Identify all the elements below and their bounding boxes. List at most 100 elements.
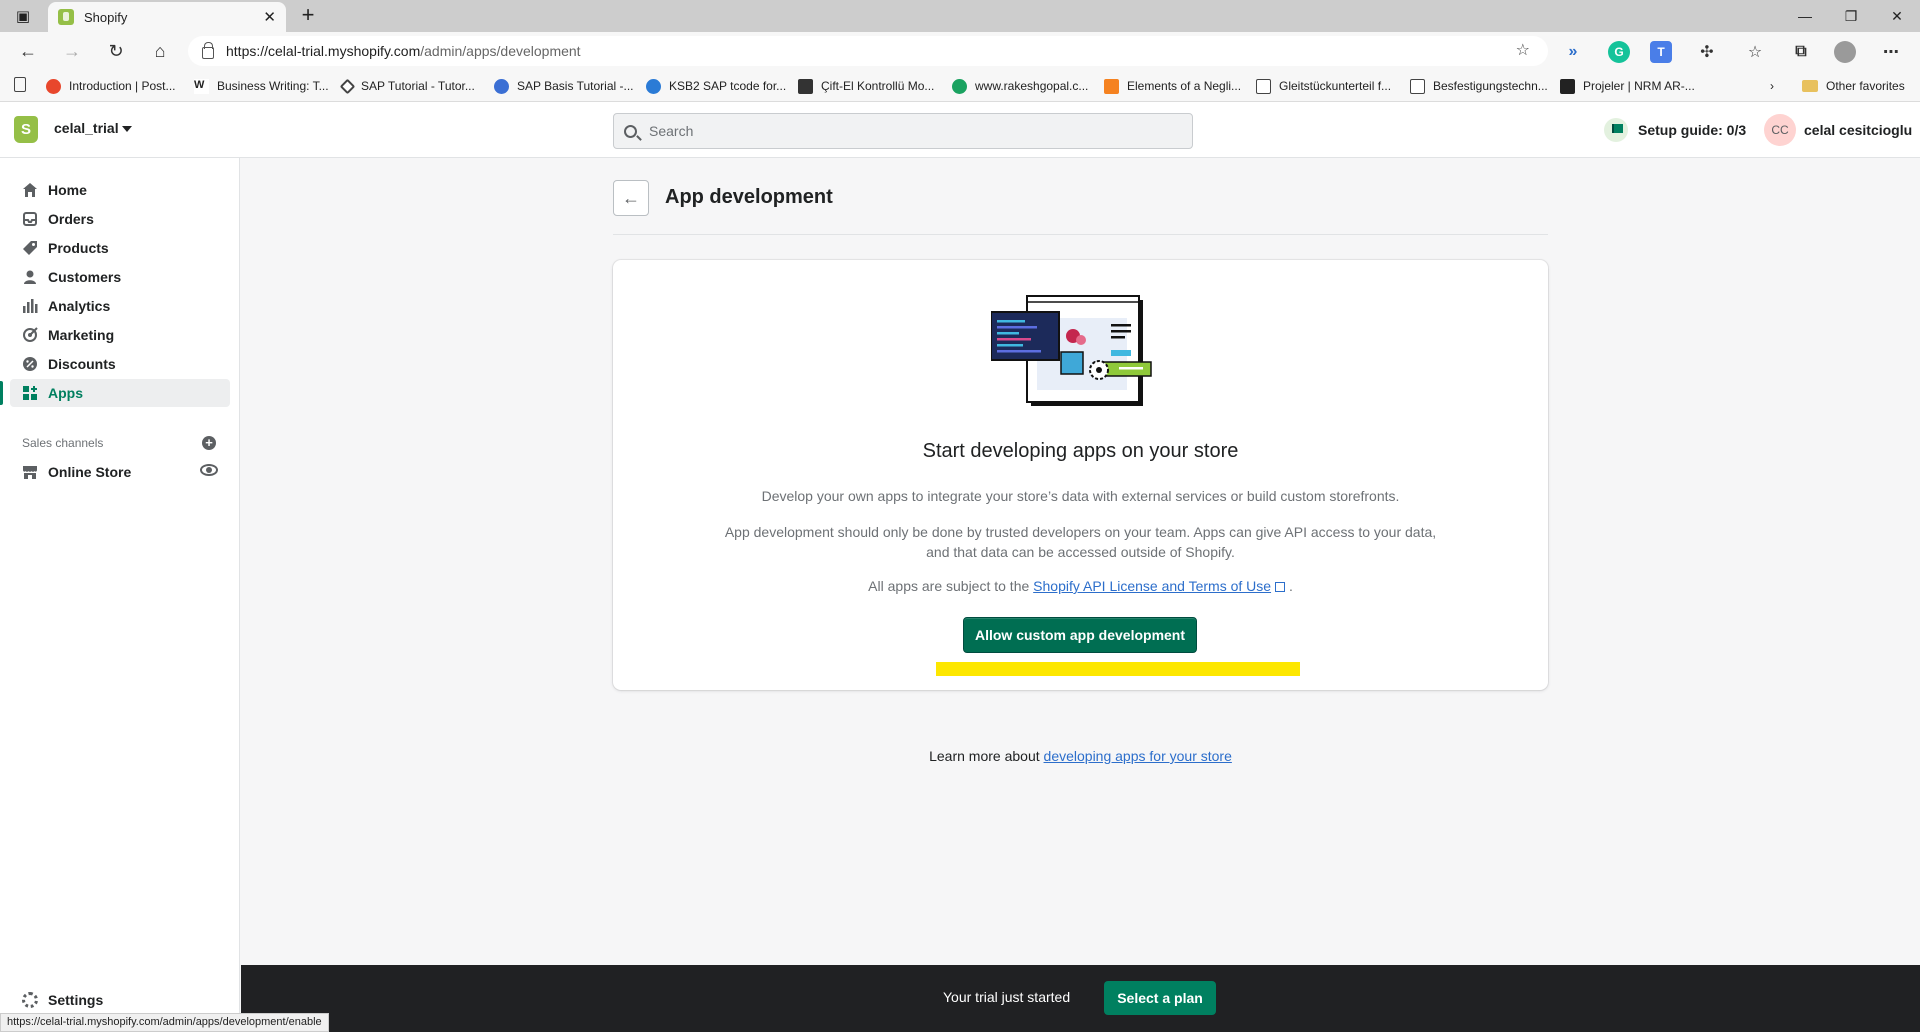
card-description: Develop your own apps to integrate your … (761, 488, 1400, 504)
setup-guide-button[interactable]: Setup guide: 0/3 (1604, 118, 1746, 142)
sidebar-item-settings[interactable]: Settings (22, 992, 103, 1008)
new-tab-icon[interactable]: + (294, 3, 322, 29)
forward-icon[interactable]: → (58, 38, 86, 64)
close-window-icon[interactable]: ✕ (1874, 4, 1920, 28)
bookmark-item[interactable]: Çift-El Kontrollü Mo... (798, 77, 934, 95)
select-plan-button[interactable]: Select a plan (1104, 981, 1216, 1015)
folder-icon (1802, 80, 1818, 92)
url-text: https://celal-trial.myshopify.com/admin/… (226, 43, 581, 59)
bookmark-item[interactable]: SAP Tutorial - Tutor... (339, 77, 475, 95)
grammarly-icon[interactable]: G (1608, 41, 1630, 63)
bookmark-item[interactable]: www.rakeshgopal.c... (952, 77, 1088, 95)
browser-tab-strip: ▣ Shopify ✕ + — ❐ ✕ (0, 0, 1920, 32)
bookmark-item[interactable]: W Business Writing: T... (194, 77, 329, 95)
browser-status-url: https://celal-trial.myshopify.com/admin/… (0, 1013, 329, 1032)
restore-window-icon[interactable]: ❐ (1828, 4, 1874, 28)
back-button[interactable]: ← (613, 180, 649, 216)
home-browser-icon[interactable]: ⌂ (146, 38, 174, 64)
more-menu-icon[interactable]: ⋯ (1880, 41, 1902, 63)
sidebar-item-marketing[interactable]: Marketing (10, 321, 230, 349)
store-switcher[interactable]: celal_trial (54, 120, 119, 136)
person-icon (22, 269, 38, 285)
tab-actions-icon[interactable]: ▣ (4, 4, 42, 28)
other-favorites[interactable]: Other favorites (1802, 77, 1905, 95)
arrow-left-icon: ← (622, 187, 640, 208)
trial-text: Your trial just started (943, 989, 1071, 1005)
sidebar-item-home[interactable]: Home (10, 176, 230, 204)
card-warning: App development should only be done by t… (724, 524, 1437, 560)
flag-icon (1604, 118, 1628, 142)
shopify-logo-icon (14, 116, 38, 143)
bookmarks-bar: Introduction | Post... W Business Writing… (0, 70, 1920, 102)
add-sales-channel-icon[interactable]: + (202, 436, 216, 450)
api-terms-link[interactable]: Shopify API License and Terms of Use (1033, 578, 1271, 594)
read-aloud-icon[interactable]: » (1562, 41, 1584, 63)
sidebar-item-orders[interactable]: Orders (10, 205, 230, 233)
profile-icon[interactable] (1834, 41, 1856, 63)
translate-icon[interactable]: T (1650, 41, 1672, 63)
extensions-icon[interactable]: ✣ (1696, 41, 1718, 63)
store-icon (22, 464, 38, 480)
sidebar-item-online-store[interactable]: Online Store (10, 458, 230, 486)
sidebar-item-discounts[interactable]: Discounts (10, 350, 230, 378)
tag-icon (22, 240, 38, 256)
close-tab-icon[interactable]: ✕ (263, 8, 276, 26)
bookmark-item[interactable]: SAP Basis Tutorial -... (494, 77, 634, 95)
search-icon (624, 124, 637, 138)
yellow-highlight-annotation (936, 662, 1300, 676)
bookmark-favicon-icon (494, 78, 509, 94)
trial-banner (241, 965, 1920, 1032)
bookmark-favicon-icon (46, 78, 61, 94)
bookmark-favicon-icon (1410, 78, 1425, 94)
developing-apps-link[interactable]: developing apps for your store (1044, 748, 1232, 764)
browser-toolbar: ← → ↻ ⌂ https://celal-trial.myshopify.co… (0, 32, 1920, 70)
shopify-top-bar: celal_trial Setup guide: 0/3 CC celal ce… (0, 102, 1920, 158)
home-icon (22, 182, 38, 198)
sidebar-item-analytics[interactable]: Analytics (10, 292, 230, 320)
address-bar[interactable]: https://celal-trial.myshopify.com/admin/… (188, 36, 1548, 66)
target-icon (22, 327, 38, 343)
allow-custom-app-development-button[interactable]: Allow custom app development (963, 617, 1197, 653)
bookmark-item[interactable]: Elements of a Negli... (1104, 77, 1241, 95)
sidebar-item-customers[interactable]: Customers (10, 263, 230, 291)
bookmarks-overflow-icon[interactable]: › (1770, 77, 1774, 95)
page-title: App development (665, 186, 833, 208)
bookmark-item[interactable]: Projeler | NRM AR-... (1560, 77, 1695, 95)
refresh-icon[interactable]: ↻ (102, 38, 130, 64)
terms-notice: All apps are subject to the Shopify API … (868, 578, 1293, 594)
bookmark-favicon-icon (1560, 78, 1575, 94)
apps-grid-icon (22, 385, 38, 401)
search-bar[interactable] (613, 113, 1193, 149)
bookmark-item[interactable]: KSB2 SAP tcode for... (646, 77, 786, 95)
collections-icon[interactable]: ⧉ (1790, 41, 1812, 63)
favorites-icon[interactable]: ☆ (1744, 41, 1766, 63)
bookmark-item[interactable]: Gleitstückunterteil f... (1256, 77, 1391, 95)
bookmark-favicon-icon (646, 78, 661, 94)
sidebar-item-apps[interactable]: Apps (0, 379, 230, 407)
sidebar: Home Orders Products Customers Analytics… (0, 158, 240, 1032)
bookmark-item[interactable]: Besfestigungstechn... (1410, 77, 1548, 95)
bookmark-item[interactable]: Introduction | Post... (46, 77, 176, 95)
browser-tab[interactable]: Shopify ✕ (48, 2, 286, 32)
bar-chart-icon (22, 298, 38, 314)
tab-title: Shopify (84, 9, 128, 25)
add-favorite-icon[interactable]: ☆ (1516, 40, 1530, 60)
user-menu[interactable]: CC celal cesitcioglu (1764, 114, 1912, 146)
view-store-eye-icon[interactable] (200, 464, 218, 476)
search-input[interactable] (649, 123, 1149, 139)
discount-icon (22, 356, 38, 372)
bookmark-favicon-icon (339, 78, 356, 94)
page-icon (14, 77, 26, 92)
bookmark-favicon-icon (798, 78, 813, 94)
caret-down-icon[interactable] (122, 126, 132, 132)
external-link-icon (1275, 582, 1286, 592)
back-icon[interactable]: ← (14, 38, 42, 64)
bookmark-favicon-icon: W (194, 78, 209, 94)
minimize-window-icon[interactable]: — (1782, 4, 1828, 28)
app-development-illustration (991, 295, 1152, 406)
lock-icon (202, 42, 214, 59)
app-development-card: Start developing apps on your store Deve… (613, 260, 1548, 690)
card-heading: Start developing apps on your store (922, 440, 1239, 462)
sidebar-item-products[interactable]: Products (10, 234, 230, 262)
learn-more-footer: Learn more about developing apps for you… (929, 748, 1232, 764)
